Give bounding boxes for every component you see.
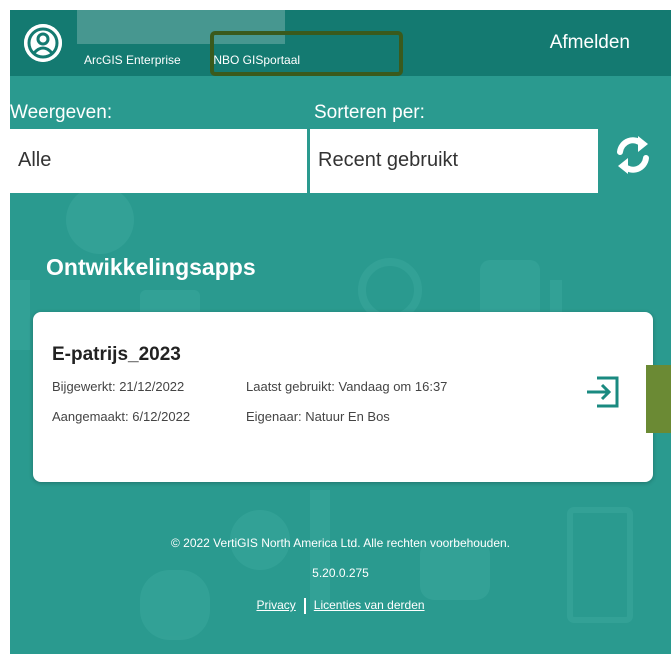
- product-label: ArcGIS Enterprise: [84, 53, 181, 67]
- top-bar: ArcGIS Enterprise INBO GISportaal Afmeld…: [10, 10, 671, 76]
- app-title: E-patrijs_2023: [52, 344, 181, 365]
- last-used: Laatst gebruikt: Vandaag om 16:37: [246, 379, 448, 394]
- sort-label: Sorteren per:: [314, 102, 425, 123]
- app-card[interactable]: E-patrijs_2023 Bijgewerkt: 21/12/2022 La…: [33, 312, 653, 482]
- side-marker: [646, 365, 671, 433]
- licenses-link[interactable]: Licenties van derden: [314, 598, 425, 612]
- portal-highlight-box: [210, 31, 403, 76]
- copyright-text: © 2022 VertiGIS North America Ltd. Alle …: [170, 536, 511, 550]
- logout-button[interactable]: Afmelden: [550, 32, 630, 54]
- app-window: ArcGIS Enterprise INBO GISportaal Afmeld…: [10, 10, 671, 654]
- section-title: Ontwikkelingsapps: [46, 254, 256, 280]
- show-select[interactable]: Alle: [10, 129, 307, 193]
- open-app-icon[interactable]: [583, 374, 623, 410]
- footer-links: Privacy Licenties van derden: [10, 598, 671, 614]
- updated-date: Bijgewerkt: 21/12/2022: [52, 379, 185, 394]
- refresh-icon[interactable]: [608, 130, 658, 180]
- link-separator: [303, 598, 306, 614]
- sort-select[interactable]: Recent gebruikt: [310, 129, 598, 193]
- version-text: 5.20.0.275: [312, 566, 369, 580]
- user-avatar-icon[interactable]: [24, 24, 62, 62]
- show-label: Weergeven:: [10, 102, 113, 123]
- privacy-link[interactable]: Privacy: [256, 598, 295, 612]
- created-date: Aangemaakt: 6/12/2022: [52, 409, 191, 424]
- owner: Eigenaar: Natuur En Bos: [246, 409, 390, 424]
